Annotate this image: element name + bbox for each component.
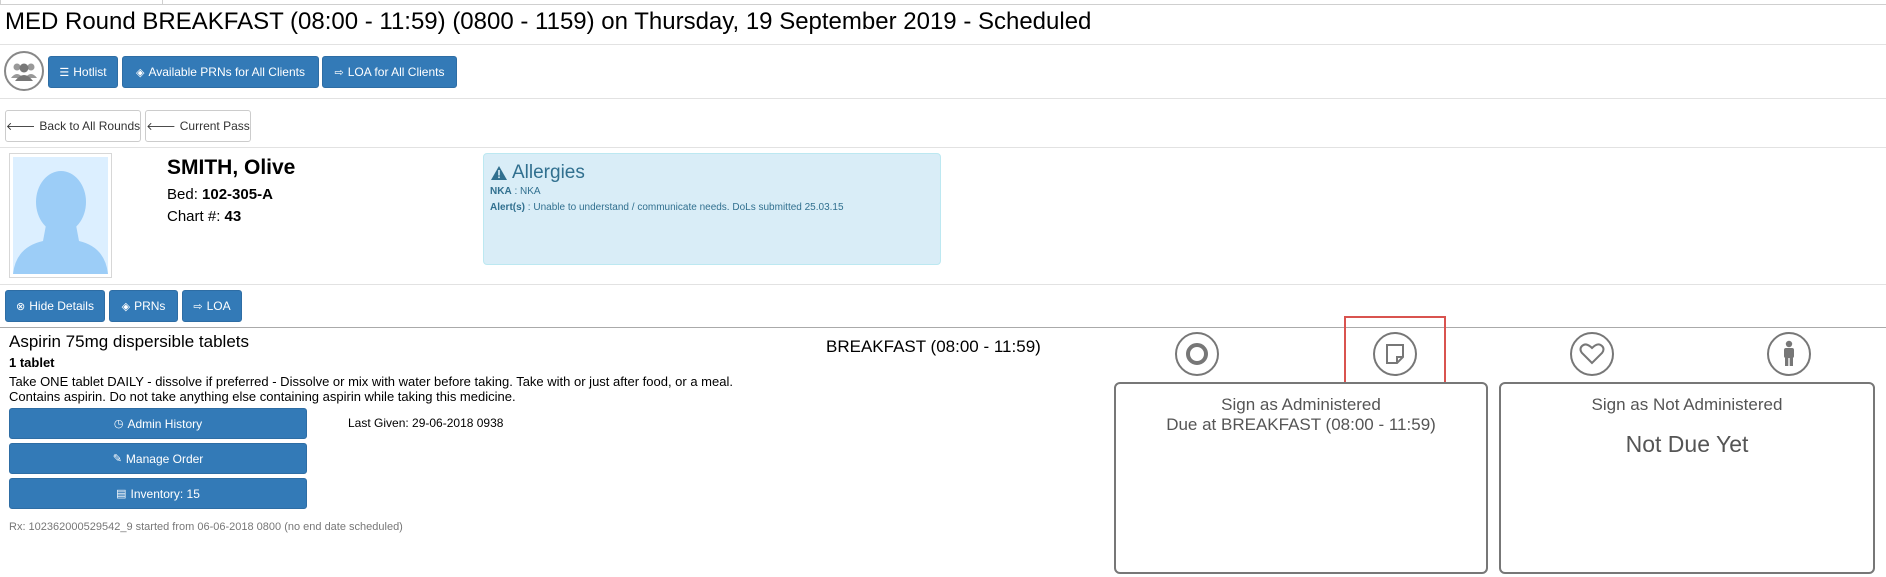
circle-icon[interactable] [1175, 332, 1219, 376]
divider [0, 284, 1886, 285]
heart-icon[interactable] [1570, 332, 1614, 376]
patient-name: SMITH, Olive [167, 156, 296, 179]
divider [0, 98, 1886, 99]
sign-out-icon: ⇨ [193, 300, 203, 313]
sign-out-icon: ⇨ [334, 66, 344, 79]
sign-administered-panel[interactable]: Sign as Administered Due at BREAKFAST (0… [1114, 382, 1488, 574]
person-icon[interactable] [1767, 332, 1811, 376]
divider [0, 44, 1886, 45]
medication-quantity: 1 tablet [9, 355, 55, 370]
close-circle-icon: ⊗ [16, 300, 26, 313]
bed-value: 102-305-A [202, 186, 273, 203]
sign-not-administered-panel[interactable]: Sign as Not Administered Not Due Yet [1499, 382, 1875, 574]
medication-name: Aspirin 75mg dispersible tablets [9, 332, 250, 351]
back-to-rounds-button[interactable]: 🡐 Back to All Rounds [5, 110, 141, 142]
arrow-left-icon: 🡐 [5, 121, 36, 133]
current-pass-button[interactable]: 🡐 Current Pass [145, 110, 251, 142]
alerts-line: Alert(s) : Unable to understand / commun… [490, 202, 844, 213]
hotlist-button[interactable]: ☰ Hotlist [48, 56, 118, 88]
round-label: BREAKFAST (08:00 - 11:59) [826, 337, 1041, 356]
manage-order-button[interactable]: ✎ Manage Order [9, 443, 307, 474]
sign-administered-due: Due at BREAKFAST (08:00 - 11:59) [1166, 415, 1436, 434]
admin-history-button[interactable]: ◷ Admin History [9, 408, 307, 439]
sign-administered-title: Sign as Administered [1221, 395, 1381, 414]
hide-details-button[interactable]: ⊗ Hide Details [5, 290, 105, 322]
tag-icon: ◈ [121, 300, 131, 313]
loa-button[interactable]: ⇨ LOA [182, 290, 242, 322]
tab-strip-line [0, 4, 1886, 5]
medication-instructions: Take ONE tablet DAILY - dissolve if pref… [9, 374, 733, 404]
warning-icon [491, 166, 507, 180]
allergies-panel: Allergies NKA : NKA Alert(s) : Unable to… [483, 153, 941, 265]
file-icon: ▤ [116, 488, 127, 500]
divider [0, 327, 1886, 328]
divider [0, 147, 1886, 148]
chart-value: 43 [224, 208, 242, 225]
avatar [9, 153, 112, 278]
list-icon: ☰ [59, 66, 70, 79]
active-tab[interactable] [0, 0, 163, 5]
available-prns-button[interactable]: ◈ Available PRNs for All Clients [122, 56, 319, 88]
allergies-title: Allergies [490, 162, 585, 184]
edit-icon: ✎ [112, 453, 122, 465]
arrow-left-icon: 🡐 [146, 121, 176, 133]
page-title: MED Round BREAKFAST (08:00 - 11:59) (080… [5, 8, 1092, 35]
users-icon[interactable] [4, 51, 44, 91]
highlight-box [1344, 316, 1446, 388]
rx-info: Rx: 102362000529542_9 started from 06-06… [9, 521, 403, 533]
loa-all-button[interactable]: ⇨ LOA for All Clients [322, 56, 457, 88]
bed-info: Bed: 102-305-A [167, 186, 273, 203]
prns-button[interactable]: ◈ PRNs [109, 290, 178, 322]
tag-icon: ◈ [136, 66, 145, 79]
person-silhouette-icon [13, 157, 108, 274]
not-due-status: Not Due Yet [1625, 431, 1749, 457]
clock-icon: ◷ [113, 418, 124, 430]
inventory-button[interactable]: ▤ Inventory: 15 [9, 478, 307, 509]
last-given: Last Given: 29-06-2018 0938 [348, 416, 504, 430]
sign-not-administered-title: Sign as Not Administered [1591, 395, 1783, 414]
chart-info: Chart #: 43 [167, 208, 242, 225]
nka-line: NKA : NKA [490, 186, 541, 197]
